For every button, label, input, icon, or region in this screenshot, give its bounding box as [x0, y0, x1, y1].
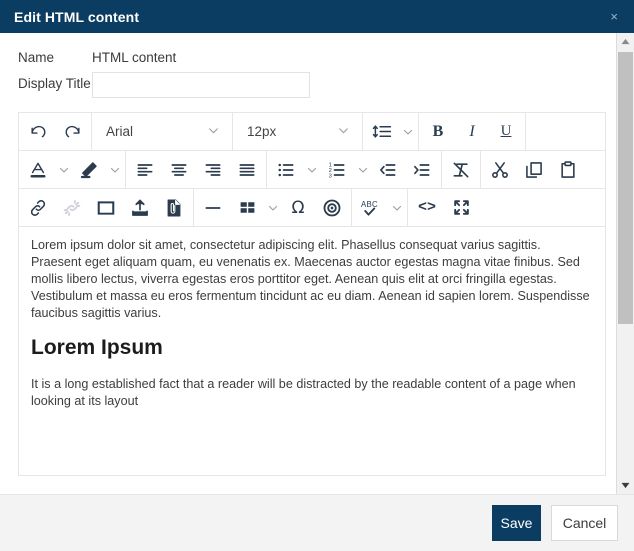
toolbar-row-1: Arial 12px B I U	[19, 113, 605, 151]
scrollbar-thumb[interactable]	[618, 52, 633, 324]
text-color-icon[interactable]	[21, 152, 55, 188]
toolbar-group-color	[19, 151, 126, 188]
chevron-down-icon[interactable]	[388, 190, 405, 226]
dialog-titlebar: Edit HTML content ×	[0, 0, 634, 33]
toolbar-group-lists: 1 2 3	[267, 151, 442, 188]
numbered-list-icon[interactable]: 1 2 3	[320, 152, 354, 188]
chevron-down-icon[interactable]	[106, 152, 123, 188]
name-value: HTML content	[92, 50, 177, 65]
svg-text:ABC: ABC	[361, 200, 378, 209]
link-icon[interactable]	[21, 190, 55, 226]
align-right-icon[interactable]	[196, 152, 230, 188]
edit-html-content-dialog: Edit HTML content × Name HTML content Di…	[0, 0, 634, 551]
dialog-body-inner: Name HTML content Display Title Arial 12…	[0, 33, 616, 494]
dialog-title: Edit HTML content	[14, 8, 140, 25]
outdent-icon[interactable]	[371, 152, 405, 188]
upload-icon[interactable]	[123, 190, 157, 226]
dialog-body: Name HTML content Display Title Arial 12…	[0, 33, 634, 494]
scroll-down-arrow-icon[interactable]	[617, 477, 634, 494]
html-editor: Arial 12px B I U 1 2 3 Ω ABC <> Lorem ip…	[18, 112, 606, 476]
fullscreen-icon[interactable]	[444, 190, 478, 226]
toolbar-row-3: Ω ABC <>	[19, 189, 605, 227]
cut-icon[interactable]	[483, 152, 517, 188]
toolbar-row-2: 1 2 3	[19, 151, 605, 189]
toolbar-group-line-height	[363, 113, 419, 150]
italic-button[interactable]: I	[455, 114, 489, 150]
toolbar-group-font-size: 12px	[233, 113, 363, 150]
toolbar-group-clipboard	[481, 151, 605, 188]
content-paragraph-2: It is a long established fact that a rea…	[31, 377, 576, 408]
vertical-scrollbar[interactable]	[616, 33, 634, 494]
chevron-down-icon[interactable]	[354, 152, 371, 188]
toolbar-group-clear-format	[442, 151, 481, 188]
toolbar-group-style: B I U	[419, 113, 526, 150]
undo-icon[interactable]	[21, 114, 55, 150]
source-code-icon[interactable]: <>	[410, 190, 444, 226]
font-family-select[interactable]: Arial	[94, 114, 230, 150]
special-character-icon[interactable]: Ω	[281, 190, 315, 226]
chevron-down-icon[interactable]	[55, 152, 72, 188]
save-button[interactable]: Save	[492, 505, 541, 541]
font-family-value: Arial	[106, 124, 134, 139]
toolbar-row-1-spacer	[526, 113, 605, 150]
dialog-footer: Save Cancel	[0, 494, 634, 551]
clear-format-icon[interactable]	[444, 152, 478, 188]
cancel-button[interactable]: Cancel	[551, 505, 618, 541]
display-title-label: Display Title	[18, 76, 91, 91]
chevron-down-icon	[207, 124, 220, 140]
underline-button[interactable]: U	[489, 114, 523, 150]
toolbar-group-view: <>	[408, 189, 605, 226]
indent-icon[interactable]	[405, 152, 439, 188]
chevron-down-icon[interactable]	[399, 114, 416, 150]
bold-button[interactable]: B	[421, 114, 455, 150]
display-title-row: Display Title	[18, 72, 598, 98]
display-title-input[interactable]	[92, 72, 310, 98]
highlight-icon[interactable]	[72, 152, 106, 188]
align-justify-icon[interactable]	[230, 152, 264, 188]
line-height-icon[interactable]	[365, 114, 399, 150]
spellcheck-icon[interactable]: ABC	[354, 190, 388, 226]
toolbar-group-insert	[19, 189, 194, 226]
content-paragraph-1: Lorem ipsum dolor sit amet, consectetur …	[31, 238, 590, 320]
editor-content-area[interactable]: Lorem ipsum dolor sit amet, consectetur …	[19, 227, 605, 475]
horizontal-rule-icon[interactable]	[196, 190, 230, 226]
font-size-value: 12px	[247, 124, 277, 139]
font-size-select[interactable]: 12px	[235, 114, 360, 150]
attach-file-icon[interactable]	[157, 190, 191, 226]
chevron-down-icon[interactable]	[303, 152, 320, 188]
table-icon[interactable]	[230, 190, 264, 226]
scroll-up-arrow-icon[interactable]	[617, 33, 634, 50]
bullet-list-icon[interactable]	[269, 152, 303, 188]
toolbar-group-font-family: Arial	[92, 113, 233, 150]
toolbar-group-history	[19, 113, 92, 150]
name-row: Name HTML content	[18, 47, 598, 68]
svg-text:3: 3	[329, 173, 332, 179]
align-center-icon[interactable]	[162, 152, 196, 188]
scrollbar-track[interactable]	[617, 50, 634, 477]
paste-icon[interactable]	[551, 152, 585, 188]
close-icon[interactable]: ×	[604, 7, 624, 26]
toolbar-group-spellcheck: ABC	[352, 189, 408, 226]
align-left-icon[interactable]	[128, 152, 162, 188]
image-icon[interactable]	[89, 190, 123, 226]
toolbar-group-align	[126, 151, 267, 188]
anchor-target-icon[interactable]	[315, 190, 349, 226]
redo-icon[interactable]	[55, 114, 89, 150]
chevron-down-icon[interactable]	[264, 190, 281, 226]
toolbar-group-objects: Ω	[194, 189, 352, 226]
unlink-icon	[55, 190, 89, 226]
chevron-down-icon	[337, 124, 350, 140]
copy-icon[interactable]	[517, 152, 551, 188]
content-heading: Lorem Ipsum	[31, 336, 163, 359]
name-label: Name	[18, 50, 55, 65]
